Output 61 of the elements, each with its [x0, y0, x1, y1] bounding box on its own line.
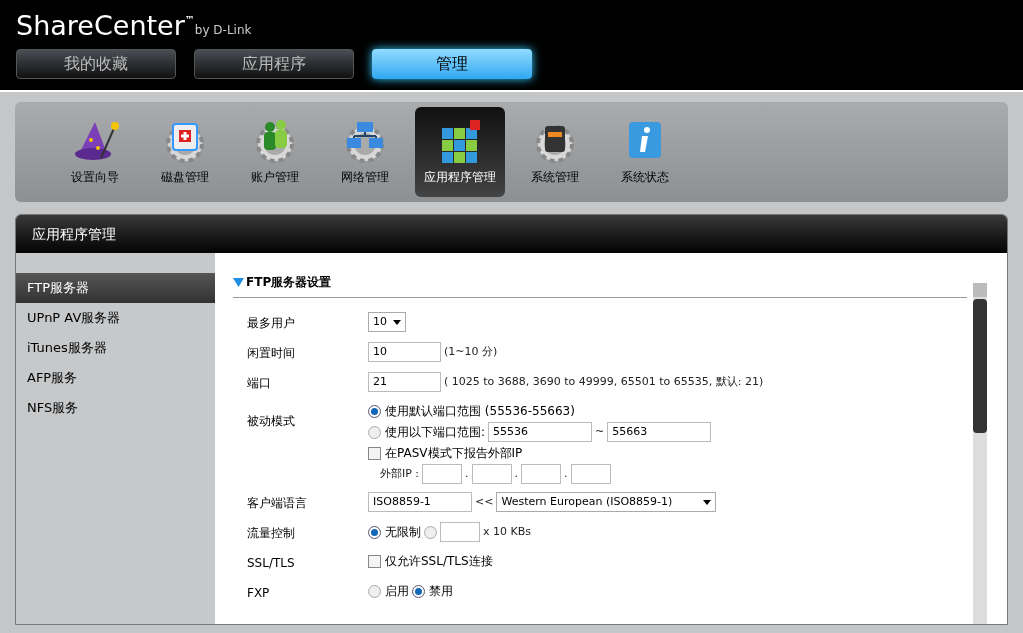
field-label: FXP [247, 585, 271, 602]
hint-text: . [465, 465, 469, 482]
hint-text: x 10 KBs [483, 523, 531, 540]
radio-option[interactable]: 无限制 [368, 523, 421, 541]
sidebar-item[interactable]: AFP服务 [16, 363, 215, 393]
caret-icon [393, 319, 401, 325]
trademark: ™ [184, 13, 195, 25]
input-field[interactable] [570, 464, 611, 484]
caret-icon [703, 499, 712, 505]
dropdown[interactable]: 10 [368, 312, 406, 332]
field-label: 流量控制 [247, 525, 296, 542]
dropdown[interactable]: Western European (ISO8859-1) [496, 492, 717, 512]
input-field[interactable] [471, 464, 512, 484]
brand-byline: by D-Link [194, 22, 252, 39]
sidebar-item[interactable]: UPnP AV服务器 [16, 303, 215, 333]
sidebar-item[interactable]: iTunes服务器 [16, 333, 215, 363]
section-title: FTP服务器设置 [246, 274, 332, 291]
scrollbar[interactable] [973, 283, 987, 624]
field-label: SSL/TLS [247, 555, 296, 572]
toolbar-item[interactable]: 网络管理 [325, 107, 405, 197]
field-label: 闲置时间 [247, 345, 296, 362]
hint-text: ( 1025 to 3688, 3690 to 49999, 65501 to 65535, 默认: 21) [444, 373, 764, 390]
hint-text: << [475, 493, 494, 510]
panel-title: 应用程序管理 [32, 224, 116, 244]
radio-option[interactable]: 使用以下端口范围: [368, 423, 486, 441]
sidebar-item[interactable]: FTP服务器 [16, 273, 215, 303]
nav-tab[interactable]: 应用程序 [194, 49, 354, 79]
field-label: 客户端语言 [247, 495, 308, 512]
toolbar-item[interactable]: 设置向导 [55, 107, 135, 197]
toolbar-item[interactable]: 账户管理 [235, 107, 315, 197]
nav-tab[interactable]: 管理 [372, 49, 532, 79]
input-field[interactable]: 55536 [488, 422, 593, 442]
toolbar-item[interactable]: 系统状态 [605, 107, 685, 197]
brand-name: ShareCenter [16, 12, 185, 39]
hint-text: (1~10 分) [444, 343, 498, 360]
radio-option[interactable]: 启用 [368, 582, 409, 600]
hint-text: . [514, 465, 519, 482]
nav-tab[interactable]: 我的收藏 [16, 49, 176, 79]
checkbox-option[interactable]: 仅允许SSL/TLS连接 [368, 552, 493, 570]
hint-text: 外部IP : [380, 465, 420, 482]
checkbox-option[interactable]: 在PASV模式下报告外部IP [368, 444, 523, 462]
sidebar-item[interactable]: NFS服务 [16, 393, 215, 423]
hint-text: . [564, 465, 568, 482]
toolbar-item[interactable]: 磁盘管理 [145, 107, 225, 197]
hint-text: ~ [595, 423, 605, 440]
input-field[interactable]: 10 [368, 342, 441, 362]
toolbar-item[interactable]: 应用程序管理 [415, 107, 505, 197]
input-field[interactable]: 55663 [607, 422, 712, 442]
input-field[interactable] [521, 464, 562, 484]
field-label: 最多用户 [247, 315, 296, 332]
toolbar-item[interactable]: 系统管理 [515, 107, 595, 197]
input-field[interactable]: 21 [368, 372, 441, 392]
input-field[interactable]: ISO8859-1 [368, 492, 472, 512]
input-field[interactable] [422, 464, 463, 484]
radio-option[interactable]: 使用默认端口范围 (55536-55663) [368, 402, 575, 420]
triangle-icon[interactable] [233, 277, 244, 287]
input-field[interactable] [440, 522, 480, 542]
radio-option[interactable] [424, 525, 437, 539]
radio-option[interactable]: 禁用 [412, 582, 453, 600]
field-label: 端口 [247, 375, 272, 392]
field-label: 被动模式 [247, 413, 296, 430]
